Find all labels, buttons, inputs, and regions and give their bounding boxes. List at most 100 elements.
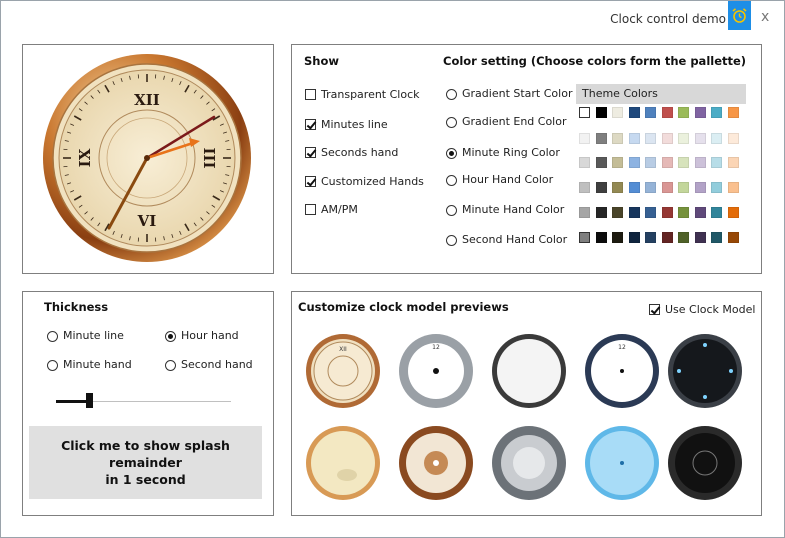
color-swatch[interactable] [678, 182, 689, 193]
radio-label[interactable]: Second Hand Color [462, 233, 567, 246]
checkbox-label[interactable]: Minutes line [321, 118, 388, 131]
radio-label[interactable]: Minute hand [63, 358, 132, 371]
color-swatch[interactable] [612, 157, 623, 168]
color-swatch[interactable] [579, 157, 590, 168]
color-swatch[interactable] [711, 133, 722, 144]
color-swatch[interactable] [612, 207, 623, 218]
radio-circle[interactable] [446, 175, 457, 186]
radio-label[interactable]: Hour hand [181, 329, 239, 342]
color-swatch[interactable] [612, 133, 623, 144]
color-swatch[interactable] [727, 133, 739, 144]
color-swatch[interactable] [711, 157, 722, 168]
color-swatch[interactable] [612, 182, 623, 193]
color-swatch[interactable] [645, 107, 656, 118]
radio-label[interactable]: Gradient Start Color [462, 87, 572, 100]
color-swatch[interactable] [727, 182, 739, 193]
checkbox-box[interactable] [649, 304, 660, 315]
color-swatch[interactable] [694, 157, 706, 168]
checkbox-box[interactable] [305, 147, 316, 158]
color-swatch[interactable] [579, 133, 590, 144]
radio-circle[interactable] [446, 89, 457, 100]
color-swatch[interactable] [711, 107, 722, 118]
clock-preview-white-blue-ring[interactable]: 12 [584, 333, 660, 409]
color-swatch[interactable] [579, 207, 590, 218]
radio-label[interactable]: Hour Hand Color [462, 173, 553, 186]
clock-preview-cream-rabbit[interactable] [305, 425, 381, 501]
color-swatch[interactable] [678, 232, 689, 243]
color-swatch[interactable] [661, 232, 673, 243]
color-swatch[interactable] [628, 207, 640, 218]
radio-label[interactable]: Minute line [63, 329, 124, 342]
color-swatch[interactable] [661, 207, 673, 218]
radio-circle[interactable] [446, 148, 457, 159]
radio-label[interactable]: Gradient End Color [462, 115, 567, 128]
clock-preview-sky-blue[interactable] [584, 425, 660, 501]
clock-preview-classic-bronze[interactable]: XII [305, 333, 381, 409]
radio-circle[interactable] [446, 235, 457, 246]
color-swatch[interactable] [678, 157, 689, 168]
clock-preview-copper[interactable] [398, 425, 474, 501]
color-swatch[interactable] [595, 232, 607, 243]
clock-preview-black-glow[interactable] [667, 333, 743, 409]
color-swatch[interactable] [628, 232, 640, 243]
checkbox-box[interactable] [305, 89, 316, 100]
color-swatch[interactable] [678, 107, 689, 118]
clock-preview-silver-ring[interactable]: 12 [398, 333, 474, 409]
color-swatch[interactable] [645, 157, 656, 168]
radio-label[interactable]: Second hand [181, 358, 253, 371]
radio-circle[interactable] [165, 360, 176, 371]
color-swatch[interactable] [595, 107, 607, 118]
clock-preview-white-dark-ring[interactable] [491, 333, 567, 409]
color-swatch[interactable] [595, 182, 607, 193]
color-swatch[interactable] [645, 207, 656, 218]
color-swatch[interactable] [727, 232, 739, 243]
checkbox-label[interactable]: AM/PM [321, 203, 358, 216]
color-swatch[interactable] [612, 107, 623, 118]
color-swatch[interactable] [628, 182, 640, 193]
color-swatch[interactable] [661, 133, 673, 144]
color-swatch[interactable] [595, 133, 607, 144]
checkbox-box[interactable] [305, 204, 316, 215]
color-swatch[interactable] [694, 133, 706, 144]
checkbox-label[interactable]: Use Clock Model [665, 303, 755, 316]
color-swatch[interactable] [727, 157, 739, 168]
radio-circle[interactable] [47, 331, 58, 342]
color-swatch[interactable] [579, 107, 590, 118]
color-swatch[interactable] [579, 232, 590, 243]
color-swatch[interactable] [678, 207, 689, 218]
radio-circle[interactable] [446, 117, 457, 128]
radio-circle[interactable] [47, 360, 58, 371]
color-swatch[interactable] [661, 182, 673, 193]
checkbox-box[interactable] [305, 176, 316, 187]
color-swatch[interactable] [661, 107, 673, 118]
clock-preview-grey-metal[interactable] [491, 425, 567, 501]
color-swatch[interactable] [694, 232, 706, 243]
color-swatch[interactable] [711, 232, 722, 243]
close-button[interactable]: x [761, 9, 769, 25]
color-swatch[interactable] [645, 232, 656, 243]
color-swatch[interactable] [711, 182, 722, 193]
color-swatch[interactable] [628, 133, 640, 144]
color-swatch[interactable] [595, 207, 607, 218]
clock-preview-black-dots[interactable] [667, 425, 743, 501]
splash-reminder-button[interactable]: Click me to show splash remainder in 1 s… [29, 426, 262, 499]
color-swatch[interactable] [645, 182, 656, 193]
radio-label[interactable]: Minute Hand Color [462, 203, 564, 216]
color-swatch[interactable] [661, 157, 673, 168]
radio-circle[interactable] [446, 205, 457, 216]
color-swatch[interactable] [645, 133, 656, 144]
radio-label[interactable]: Minute Ring Color [462, 146, 560, 159]
color-swatch[interactable] [727, 207, 739, 218]
color-swatch[interactable] [628, 157, 640, 168]
color-swatch[interactable] [711, 207, 722, 218]
color-swatch[interactable] [579, 182, 590, 193]
color-swatch[interactable] [727, 107, 739, 118]
color-swatch[interactable] [628, 107, 640, 118]
checkbox-label[interactable]: Customized Hands [321, 175, 424, 188]
color-swatch[interactable] [694, 107, 706, 118]
radio-circle[interactable] [165, 331, 176, 342]
color-swatch[interactable] [694, 207, 706, 218]
color-swatch[interactable] [694, 182, 706, 193]
slider-thumb[interactable] [86, 393, 93, 408]
color-swatch[interactable] [678, 133, 689, 144]
